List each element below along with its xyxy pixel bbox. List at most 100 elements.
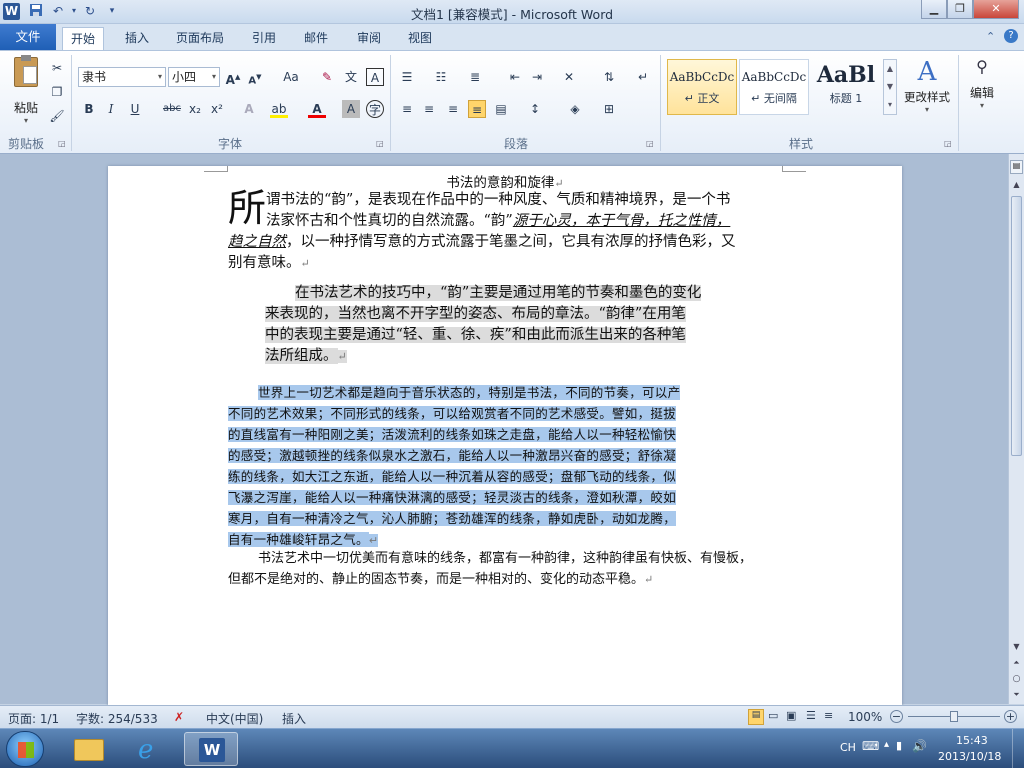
clock-time[interactable]: 15:43 [956,734,988,747]
font-name-select[interactable]: 隶书 ▾ [78,67,166,87]
clipboard-launcher-icon[interactable]: ◲ [58,139,66,148]
language-indicator[interactable]: 中文(中国) [206,710,263,727]
previous-page-icon[interactable]: ⏶ [1010,658,1023,668]
tab-view[interactable]: 视图 [400,27,440,50]
superscript-button[interactable]: x² [208,100,226,118]
font-size-select[interactable]: 小四 ▾ [168,67,220,87]
zoom-slider-thumb[interactable] [950,711,958,722]
justify-icon[interactable]: ≡ [468,100,486,118]
change-case-button[interactable]: Aa [278,68,304,86]
copy-icon[interactable]: ❐ [48,83,66,101]
page-count[interactable]: 页面: 1/1 [8,710,59,727]
minimize-ribbon-icon[interactable]: ⌃ [986,30,995,43]
change-styles-button[interactable]: A 更改样式 ▾ [902,57,952,114]
clock-date[interactable]: 2013/10/18 [938,750,1001,763]
cut-icon[interactable]: ✂ [48,59,66,77]
align-left-icon[interactable]: ≡ [398,100,416,118]
font-launcher-icon[interactable]: ◲ [376,139,384,148]
scroll-down-button[interactable]: ▼ [1010,642,1023,651]
style-no-spacing[interactable]: AaBbCcDc ↵ 无间隔 [739,59,809,115]
tab-home[interactable]: 开始 [62,27,105,50]
ime-indicator[interactable]: CH [840,741,856,754]
show-formatting-marks-icon[interactable]: ↵ [634,68,652,86]
insert-mode[interactable]: 插入 [282,710,306,727]
style-normal[interactable]: AaBbCcDc ↵ 正文 [667,59,737,115]
paragraph-launcher-icon[interactable]: ◲ [646,139,654,148]
document-page[interactable]: 书法的意韵和旋律↵ 所 谓书法的“韵”，是表现在作品中的一种风度、气质和精神境界… [108,166,902,706]
next-page-icon[interactable]: ⏷ [1010,690,1023,700]
styles-scroll[interactable]: ▲ ▼ ▾ [883,59,897,115]
view-outline-icon[interactable]: ☰ [806,709,816,722]
subscript-button[interactable]: x₂ [186,100,204,118]
align-center-icon[interactable]: ≡ [420,100,438,118]
zoom-in-button[interactable]: + [1004,710,1017,723]
paragraph-line: 法家怀古和个性真切的自然流露。“韵”源于心灵，本于气骨，托之性情， [266,213,731,229]
ie-taskbar-icon[interactable]: e [124,732,178,766]
strikethrough-button[interactable]: abc [160,100,184,118]
scroll-up-button[interactable]: ▲ [1010,180,1023,189]
chinese-layout-icon[interactable]: ✕ [560,68,578,86]
group-separator [71,55,72,151]
proofing-icon[interactable]: ✗ [174,710,184,724]
format-painter-icon[interactable]: 🖌 [48,107,66,125]
vertical-scrollbar[interactable]: ▤ ▲ ▼ ⏶ ○ ⏷ [1008,154,1024,704]
clear-formatting-icon[interactable]: ✎ [318,68,336,86]
italic-button[interactable]: I [102,100,120,118]
word-count[interactable]: 字数: 254/533 [76,710,158,727]
minimize-button[interactable]: ▁ [921,0,947,19]
tab-page-layout[interactable]: 页面布局 [168,27,232,50]
borders-icon[interactable]: ⊞ [600,100,618,118]
increase-indent-icon[interactable]: ⇥ [528,68,546,86]
zoom-out-button[interactable]: − [890,710,903,723]
bullets-icon[interactable]: ☰ [398,68,416,86]
help-icon[interactable]: ? [1004,29,1018,43]
view-full-screen-icon[interactable]: ▭ [768,709,778,722]
view-print-layout-icon[interactable]: ▤ [748,709,764,725]
show-desktop-button[interactable] [1012,729,1024,768]
tray-expand-icon[interactable]: ▴ [884,739,889,750]
network-icon[interactable]: ▮ [896,739,902,752]
underline-button[interactable]: U [126,100,144,118]
highlight-color-icon[interactable]: ab [270,100,288,118]
tab-file[interactable]: 文件 [0,24,56,50]
tab-mailings[interactable]: 邮件 [296,27,336,50]
browse-object-icon[interactable]: ○ [1010,674,1023,684]
start-button[interactable] [6,731,44,767]
grow-font-button[interactable]: A▲ [224,68,242,87]
style-heading-1[interactable]: AaBl 标题 1 [811,59,881,115]
tab-references[interactable]: 引用 [244,27,284,50]
zoom-level[interactable]: 100% [848,710,882,724]
phonetic-guide-icon[interactable]: 文 [342,68,360,86]
bold-button[interactable]: B [80,100,98,118]
sort-icon[interactable]: ⇅ [600,68,618,86]
maximize-button[interactable]: ❐ [947,0,973,19]
word-taskbar-icon[interactable]: W [184,732,238,766]
tab-insert[interactable]: 插入 [117,27,157,50]
line-spacing-icon[interactable]: ↕ [526,100,544,118]
ruler-toggle-icon[interactable]: ▤ [1010,160,1023,174]
keyboard-icon[interactable]: ⌨ [862,739,879,753]
view-draft-icon[interactable]: ≡ [824,709,833,722]
editing-button[interactable]: ⚲ 编辑 ▾ [962,57,1002,110]
decrease-indent-icon[interactable]: ⇤ [506,68,524,86]
paste-button[interactable]: 粘贴 ▾ [6,55,46,125]
view-web-layout-icon[interactable]: ▣ [786,709,796,722]
numbering-icon[interactable]: ☷ [432,68,450,86]
text-effects-icon[interactable]: A [240,100,258,118]
align-right-icon[interactable]: ≡ [444,100,462,118]
distributed-icon[interactable]: ▤ [492,100,510,118]
styles-launcher-icon[interactable]: ◲ [944,139,952,148]
enclose-characters-icon[interactable]: 字 [366,100,384,118]
close-button[interactable]: ✕ [973,0,1019,19]
scroll-thumb[interactable] [1011,196,1022,456]
multilevel-list-icon[interactable]: ≣ [466,68,484,86]
find-binoculars-icon: ⚲ [976,57,988,76]
shrink-font-button[interactable]: A▼ [246,68,264,86]
shading-icon[interactable]: ◈ [566,100,584,118]
font-color-icon[interactable]: A [308,100,326,118]
volume-icon[interactable]: 🔊 [912,739,927,753]
explorer-taskbar-icon[interactable] [62,732,116,766]
tab-review[interactable]: 审阅 [349,27,389,50]
character-shading-icon[interactable]: A [342,100,360,118]
character-border-icon[interactable]: A [366,68,384,86]
